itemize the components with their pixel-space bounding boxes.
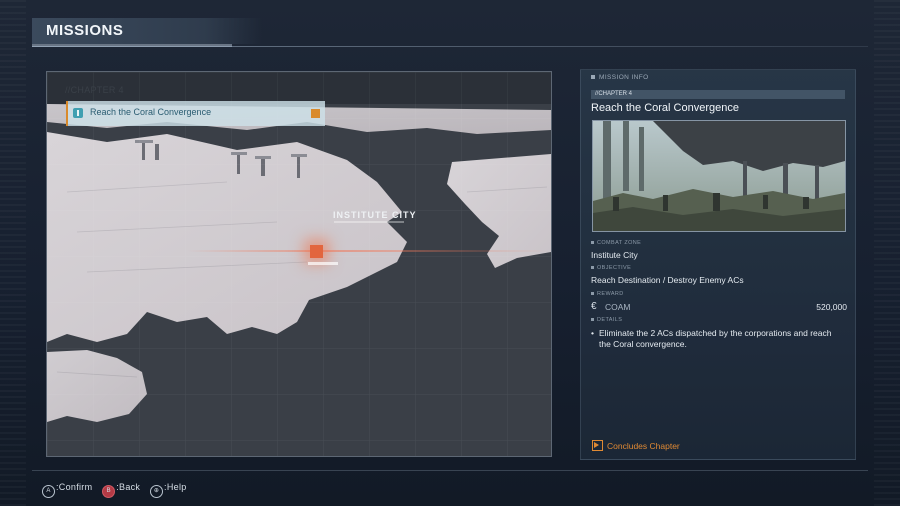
info-section-header: MISSION INFO xyxy=(591,74,649,81)
footer-divider xyxy=(32,470,868,471)
marker-scanline xyxy=(187,250,551,252)
city-sublabel-bar xyxy=(334,221,404,223)
coam-currency-icon: € xyxy=(591,301,597,312)
button-prompts: A:Confirm B:Back ⊕:Help xyxy=(42,482,194,498)
mission-flag-icon xyxy=(73,108,83,118)
marker-tag xyxy=(308,262,338,265)
header-bar: MISSIONS xyxy=(32,18,262,44)
help-prompt-label: :Help xyxy=(164,482,187,492)
back-prompt-label: :Back xyxy=(116,482,141,492)
combat-zone-value: Institute City xyxy=(591,250,638,260)
confirm-prompt[interactable]: A:Confirm xyxy=(42,482,93,498)
mission-preview-image xyxy=(592,120,846,232)
header-divider xyxy=(32,46,868,47)
a-button-icon: A xyxy=(42,485,55,498)
reward-label-text: REWARD xyxy=(597,291,624,297)
objective-label: OBJECTIVE xyxy=(591,265,631,271)
combat-zone-label: COMBAT ZONE xyxy=(591,240,641,246)
mission-map[interactable]: //CHAPTER 4 Reach the Coral Convergence … xyxy=(46,71,552,457)
square-bullet-icon xyxy=(591,75,595,80)
objective-label-text: OBJECTIVE xyxy=(597,265,632,271)
mission-title: Reach the Coral Convergence xyxy=(591,102,739,114)
info-chapter: //CHAPTER 4 xyxy=(595,91,633,97)
mission-list-item-label: Reach the Coral Convergence xyxy=(90,107,212,117)
details-label-text: DETAILS xyxy=(597,317,623,323)
concludes-arrow-icon xyxy=(592,440,603,451)
preview-scene xyxy=(593,121,845,231)
concludes-chapter: Concludes Chapter xyxy=(592,440,680,451)
info-section-title: MISSION INFO xyxy=(599,74,649,81)
reward-value: 520,000 xyxy=(816,302,847,312)
missions-screen: MISSIONS //CHAPTER 4 Reach the Coral Con… xyxy=(0,0,900,506)
mission-info-panel: MISSION INFO //CHAPTER 4 Reach the Coral… xyxy=(580,69,856,460)
map-chapter-label: //CHAPTER 4 xyxy=(65,85,124,95)
bullet-icon xyxy=(591,318,594,322)
bullet-icon xyxy=(591,241,594,245)
confirm-prompt-label: :Confirm xyxy=(56,482,93,492)
page-title: MISSIONS xyxy=(46,22,124,39)
details-label: DETAILS xyxy=(591,317,622,323)
help-button-icon: ⊕ xyxy=(150,485,164,498)
city-label: INSTITUTE CITY xyxy=(333,210,417,220)
help-prompt[interactable]: ⊕:Help xyxy=(150,482,187,498)
edge-vent-right xyxy=(874,0,900,506)
objective-value: Reach Destination / Destroy Enemy ACs xyxy=(591,275,744,285)
map-terrain xyxy=(47,72,551,456)
edge-vent-left xyxy=(0,0,26,506)
combat-zone-label-text: COMBAT ZONE xyxy=(597,240,642,246)
bullet-icon xyxy=(591,266,594,270)
b-button-icon: B xyxy=(102,485,116,498)
concludes-chapter-text: Concludes Chapter xyxy=(607,441,680,451)
details-text: Eliminate the 2 ACs dispatched by the co… xyxy=(591,328,839,350)
reward-label: REWARD xyxy=(591,291,624,297)
chapter-end-icon xyxy=(311,109,320,118)
mission-list-item[interactable]: Reach the Coral Convergence xyxy=(66,101,325,126)
mission-marker-icon[interactable] xyxy=(310,245,323,258)
currency-label: COAM xyxy=(605,302,631,312)
info-chapter-bar: //CHAPTER 4 xyxy=(591,90,845,99)
bullet-icon xyxy=(591,292,594,296)
back-prompt[interactable]: B:Back xyxy=(102,482,141,498)
